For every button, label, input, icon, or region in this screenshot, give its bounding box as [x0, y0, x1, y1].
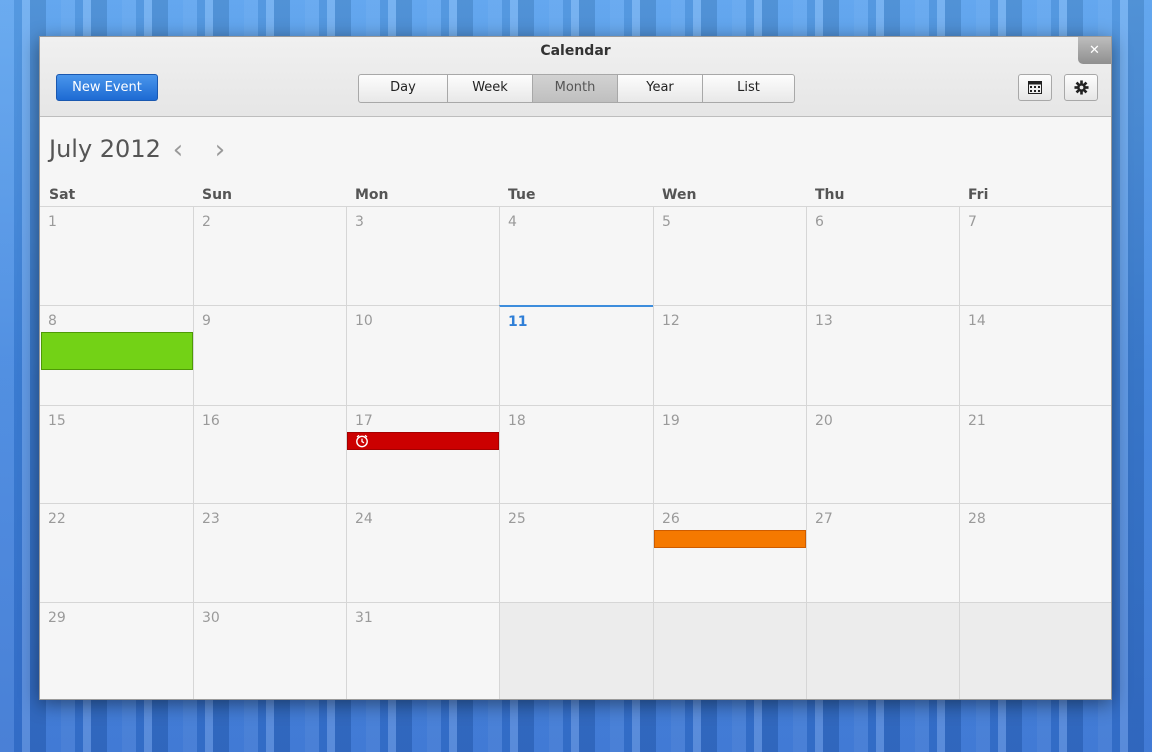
day-number: 30 [202, 610, 220, 626]
day-number: 16 [202, 413, 220, 429]
day-cell-3[interactable]: 3 [346, 206, 499, 305]
window-title: Calendar [540, 43, 611, 59]
day-number: 27 [815, 511, 833, 527]
day-number: 15 [48, 413, 66, 429]
tab-year[interactable]: Year [618, 75, 703, 102]
day-number: 19 [662, 413, 680, 429]
day-cell-29[interactable]: 29 [40, 602, 193, 699]
tab-month[interactable]: Month [533, 75, 618, 102]
day-cell-empty [959, 602, 1111, 699]
day-number: 2 [202, 214, 211, 230]
day-number: 28 [968, 511, 986, 527]
day-number: 10 [355, 313, 373, 329]
day-number: 18 [508, 413, 526, 429]
day-number: 13 [815, 313, 833, 329]
day-number: 7 [968, 214, 977, 230]
day-cell-30[interactable]: 30 [193, 602, 346, 699]
day-cell-20[interactable]: 20 [806, 405, 959, 503]
day-number: 14 [968, 313, 986, 329]
day-cell-16[interactable]: 16 [193, 405, 346, 503]
day-cell-5[interactable]: 5 [653, 206, 806, 305]
event-17[interactable] [347, 432, 499, 450]
day-number: 21 [968, 413, 986, 429]
chevron-left-icon: ‹ [172, 135, 184, 165]
day-number: 12 [662, 313, 680, 329]
weekday-header-row: Sat Sun Mon Tue Wen Thu Fri [40, 187, 1111, 206]
tab-list[interactable]: List [703, 75, 794, 102]
day-number: 4 [508, 214, 517, 230]
day-cell-23[interactable]: 23 [193, 503, 346, 602]
day-cell-14[interactable]: 14 [959, 305, 1111, 405]
day-cell-18[interactable]: 18 [499, 405, 653, 503]
settings-button[interactable] [1064, 74, 1098, 101]
day-number: 22 [48, 511, 66, 527]
day-number: 6 [815, 214, 824, 230]
close-icon: ✕ [1089, 43, 1100, 58]
day-number: 1 [48, 214, 57, 230]
day-number: 5 [662, 214, 671, 230]
day-number: 20 [815, 413, 833, 429]
day-cell-12[interactable]: 12 [653, 305, 806, 405]
weekday-label: Mon [355, 187, 389, 203]
day-cell-6[interactable]: 6 [806, 206, 959, 305]
day-cell-21[interactable]: 21 [959, 405, 1111, 503]
day-cell-31[interactable]: 31 [346, 602, 499, 699]
day-cell-1[interactable]: 1 [40, 206, 193, 305]
day-cell-24[interactable]: 24 [346, 503, 499, 602]
day-number: 29 [48, 610, 66, 626]
day-number: 3 [355, 214, 364, 230]
weekday-label: Sat [49, 187, 76, 203]
day-cell-10[interactable]: 10 [346, 305, 499, 405]
day-cell-22[interactable]: 22 [40, 503, 193, 602]
calendar-window: Calendar ✕ New Event Day Week Month Year Lis… [39, 36, 1112, 700]
chevron-right-icon: › [214, 135, 226, 165]
gear-icon [1073, 80, 1089, 95]
event-26[interactable] [654, 530, 806, 548]
day-number: 31 [355, 610, 373, 626]
calendar-grid-icon [1028, 81, 1042, 94]
day-number: 11 [508, 314, 528, 330]
day-cell-empty [499, 602, 653, 699]
weekday-label: Tue [508, 187, 536, 203]
day-cell-11[interactable]: 11 [499, 305, 653, 405]
day-cell-9[interactable]: 9 [193, 305, 346, 405]
day-cell-empty [806, 602, 959, 699]
header-bar: Calendar ✕ New Event Day Week Month Year Lis… [40, 37, 1111, 117]
day-number: 26 [662, 511, 680, 527]
day-cell-26[interactable]: 26 [653, 503, 806, 602]
next-month-button[interactable]: › [210, 137, 230, 163]
day-cell-4[interactable]: 4 [499, 206, 653, 305]
day-number: 9 [202, 313, 211, 329]
day-cell-19[interactable]: 19 [653, 405, 806, 503]
day-cell-13[interactable]: 13 [806, 305, 959, 405]
day-number: 24 [355, 511, 373, 527]
month-title: July 2012 [49, 135, 161, 163]
tab-week[interactable]: Week [448, 75, 533, 102]
day-number: 17 [355, 413, 373, 429]
day-cell-15[interactable]: 15 [40, 405, 193, 503]
alarm-icon [356, 434, 368, 448]
weekday-label: Fri [968, 187, 989, 203]
weekday-label: Thu [815, 187, 845, 203]
day-cell-7[interactable]: 7 [959, 206, 1111, 305]
day-cell-27[interactable]: 27 [806, 503, 959, 602]
calendar-management-button[interactable] [1018, 74, 1052, 101]
day-cell-17[interactable]: 17 [346, 405, 499, 503]
day-cell-25[interactable]: 25 [499, 503, 653, 602]
weekday-label: Wen [662, 187, 697, 203]
event-8[interactable] [41, 332, 193, 370]
day-cell-28[interactable]: 28 [959, 503, 1111, 602]
month-grid: 1 2 3 4 5 6 7 8 9 10 11 12 13 14 15 16 17 18 19 20 21 22 23 24 2… [40, 206, 1111, 699]
close-button[interactable]: ✕ [1078, 37, 1111, 64]
day-number: 25 [508, 511, 526, 527]
weekday-label: Sun [202, 187, 233, 203]
day-cell-empty [653, 602, 806, 699]
view-switcher: Day Week Month Year List [358, 74, 795, 103]
day-cell-2[interactable]: 2 [193, 206, 346, 305]
day-number: 23 [202, 511, 220, 527]
day-number: 8 [48, 313, 57, 329]
new-event-button[interactable]: New Event [56, 74, 158, 101]
tab-day[interactable]: Day [359, 75, 448, 102]
prev-month-button[interactable]: ‹ [168, 137, 188, 163]
